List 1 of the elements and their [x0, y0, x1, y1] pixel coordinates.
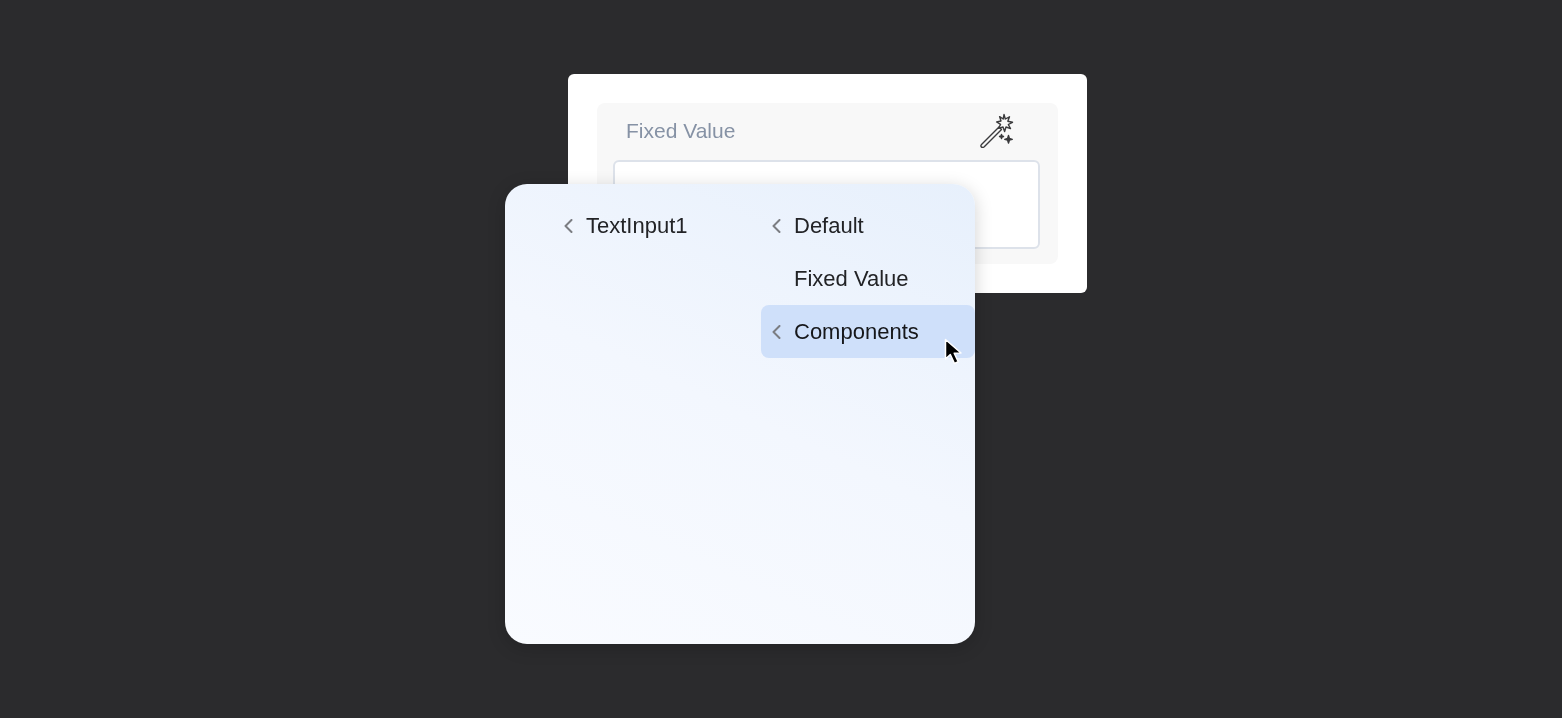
field-label: Fixed Value — [626, 117, 736, 144]
